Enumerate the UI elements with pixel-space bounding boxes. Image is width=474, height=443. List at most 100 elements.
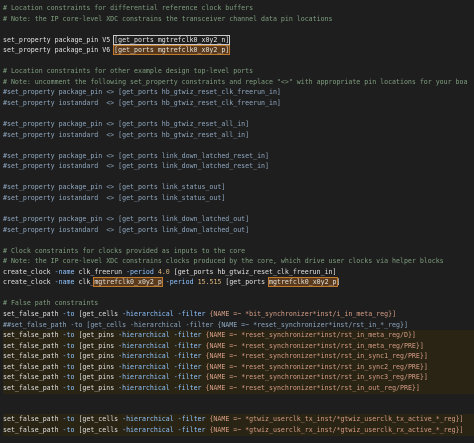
code-line[interactable]: # Note: the IP core-level XDC constrains… <box>3 256 474 267</box>
code-line[interactable] <box>3 140 474 151</box>
code-token: 15.515 <box>197 278 226 287</box>
code-token: set_false_path <box>3 373 63 382</box>
code-editor[interactable]: # Location constraints for differential … <box>0 0 474 443</box>
code-line[interactable] <box>3 203 474 214</box>
code-token: -name <box>54 278 79 287</box>
code-line[interactable]: set_property package_pin V6 [get_ports m… <box>3 45 474 56</box>
code-line[interactable]: # Note: uncomment the following set_prop… <box>3 77 474 88</box>
code-line[interactable] <box>3 404 474 415</box>
code-token: {NAME =~ *reset_synchronizer*inst/rst_in… <box>205 383 420 392</box>
code-line[interactable]: set_property package_pin V5 [get_ports m… <box>3 34 474 46</box>
code-token: #set_property package_pin <> [get_ports … <box>3 120 250 129</box>
code-token: -hierarchical -filter <box>118 383 206 392</box>
code-line[interactable]: set_false_path -to [get_pins -hierarchic… <box>3 351 474 363</box>
code-token: [get_ports <box>225 278 270 287</box>
code-line[interactable]: #set_property package_pin <> [get_ports … <box>3 151 474 162</box>
code-token: set_false_path <box>3 383 63 392</box>
code-token: -hierarchical -filter <box>118 352 206 361</box>
code-token: set_property package_pin V5 <box>3 35 115 44</box>
code-token: -to <box>62 415 79 424</box>
code-token: 4.0 <box>157 267 174 276</box>
code-token: [get_pins <box>78 383 119 392</box>
code-line[interactable]: set_false_path -to [get_pins -hierarchic… <box>3 340 474 352</box>
code-line[interactable] <box>3 235 474 246</box>
code-token: #set_property package_pin <> [get_ports … <box>3 215 250 223</box>
code-token: ] <box>336 278 341 287</box>
code-token: # Clock constraints for clocks provided … <box>3 246 246 255</box>
code-token: -hierarchical -filter <box>118 341 206 350</box>
code-token: {NAME =~ *gtwiz_userclk_tx_inst/*gtwiz_u… <box>209 415 464 424</box>
code-line[interactable]: # Clock constraints for clocks provided … <box>3 246 474 257</box>
code-line[interactable]: #set_property package_pin <> [get_ports … <box>3 182 474 193</box>
code-token: -to <box>62 341 79 350</box>
code-token: #set_property package_pin <> [get_ports … <box>3 151 269 160</box>
code-line[interactable]: set_false_path -to [get_cells -hierarchi… <box>3 414 474 426</box>
code-token: #set_property iostandard <> [get_ports l… <box>3 225 250 234</box>
code-line[interactable]: #set_property package_pin <> [get_ports … <box>3 87 474 98</box>
code-line[interactable] <box>3 393 474 404</box>
code-token: set_false_path <box>3 341 63 350</box>
code-line[interactable]: #set_property iostandard <> [get_ports h… <box>3 130 474 141</box>
code-token: #set_property iostandard <> [get_ports h… <box>3 130 250 139</box>
code-token: set_false_path <box>3 415 63 424</box>
code-token: -to <box>62 383 79 392</box>
code-token: -to <box>62 373 79 382</box>
code-token: -to <box>62 309 79 318</box>
code-token: -hierarchical -filter <box>122 415 210 424</box>
code-line[interactable]: ##set_false_path -to [get_cells -hierarc… <box>3 320 474 331</box>
code-line[interactable]: # Note: the IP core-level XDC constrains… <box>3 14 474 25</box>
code-token: set_false_path <box>3 362 63 371</box>
code-line[interactable]: # Location constraints for differential … <box>3 3 474 14</box>
code-line[interactable]: #set_property iostandard <> [get_ports l… <box>3 193 474 204</box>
code-token: -to <box>62 426 79 434</box>
code-token: clk_ <box>78 278 95 287</box>
code-token: clk_freerun <box>78 267 127 276</box>
code-token: [get_ports mgtrefclk0_x0y2_n] <box>113 34 231 45</box>
code-line[interactable]: set_false_path -to [get_pins -hierarchic… <box>3 361 474 373</box>
code-token: set_false_path <box>3 426 63 434</box>
code-token: {NAME =~ *reset_synchronizer*inst/rst_in… <box>205 341 424 350</box>
code-line[interactable] <box>3 56 474 67</box>
code-token: set_property package_pin V6 <box>3 46 115 55</box>
code-line[interactable]: #set_property iostandard <> [get_ports l… <box>3 161 474 172</box>
code-line[interactable]: set_false_path -to [get_cells -hierarchi… <box>3 425 474 436</box>
code-token: -name <box>54 267 79 276</box>
code-token: [get_cells <box>78 309 123 318</box>
code-token: [get_ports hb_gtwiz_reset_clk_freerun_in… <box>173 267 337 276</box>
code-token: set_false_path <box>3 309 63 318</box>
code-token: # Note: uncomment the following set_prop… <box>3 77 468 86</box>
code-token: -hierarchical -filter <box>118 331 206 340</box>
code-line[interactable]: create_clock -name clk_freerun -period 4… <box>3 267 474 278</box>
code-token: -period <box>126 267 158 276</box>
code-line[interactable]: create_clock -name clk_mgtrefclk0_x0y2_p… <box>3 277 474 288</box>
code-line[interactable] <box>3 172 474 183</box>
code-line[interactable] <box>3 288 474 299</box>
code-line[interactable] <box>3 109 474 120</box>
code-line[interactable]: set_false_path -to [get_pins -hierarchic… <box>3 382 474 394</box>
code-token: -to <box>62 352 79 361</box>
code-line[interactable] <box>3 24 474 35</box>
code-token: -to <box>62 331 79 340</box>
code-line[interactable]: set_false_path -to [get_pins -hierarchic… <box>3 372 474 384</box>
code-token: -hierarchical -filter <box>122 426 210 434</box>
code-line[interactable]: #set_property package_pin <> [get_ports … <box>3 119 474 130</box>
code-line[interactable]: # False path constraints <box>3 298 474 309</box>
code-line[interactable]: set_false_path -to [get_pins -hierarchic… <box>3 330 474 342</box>
code-token: {NAME =~ *reset_synchronizer*inst/rst_in… <box>205 362 428 371</box>
code-token: -hierarchical -filter <box>118 373 206 382</box>
code-token: # Note: the IP core-level XDC constrains… <box>3 14 333 23</box>
code-line[interactable]: #set_property iostandard <> [get_ports h… <box>3 98 474 109</box>
code-line[interactable]: set_false_path -to [get_cells -hierarchi… <box>3 309 474 320</box>
highlighted-token: mgtrefclk0_x0y2_p <box>268 277 338 288</box>
code-line[interactable]: #set_property package_pin <> [get_ports … <box>3 214 474 225</box>
code-token: -hierarchical -filter <box>118 362 206 371</box>
code-token: set_false_path <box>3 352 63 361</box>
code-token: #set_property package_pin <> [get_ports … <box>3 183 226 192</box>
code-token: [get_cells <box>78 426 123 434</box>
code-line[interactable]: # Location constraints for other example… <box>3 66 474 77</box>
code-line[interactable]: #set_property iostandard <> [get_ports l… <box>3 225 474 236</box>
code-token: [get_pins <box>78 352 119 361</box>
code-token: {NAME =~ *gtwiz_userclk_rx_inst/*gtwiz_u… <box>209 426 464 434</box>
highlighted-token: [get_ports mgtrefclk0_x0y2_p] <box>113 45 231 56</box>
code-token: [get_pins <box>78 373 119 382</box>
